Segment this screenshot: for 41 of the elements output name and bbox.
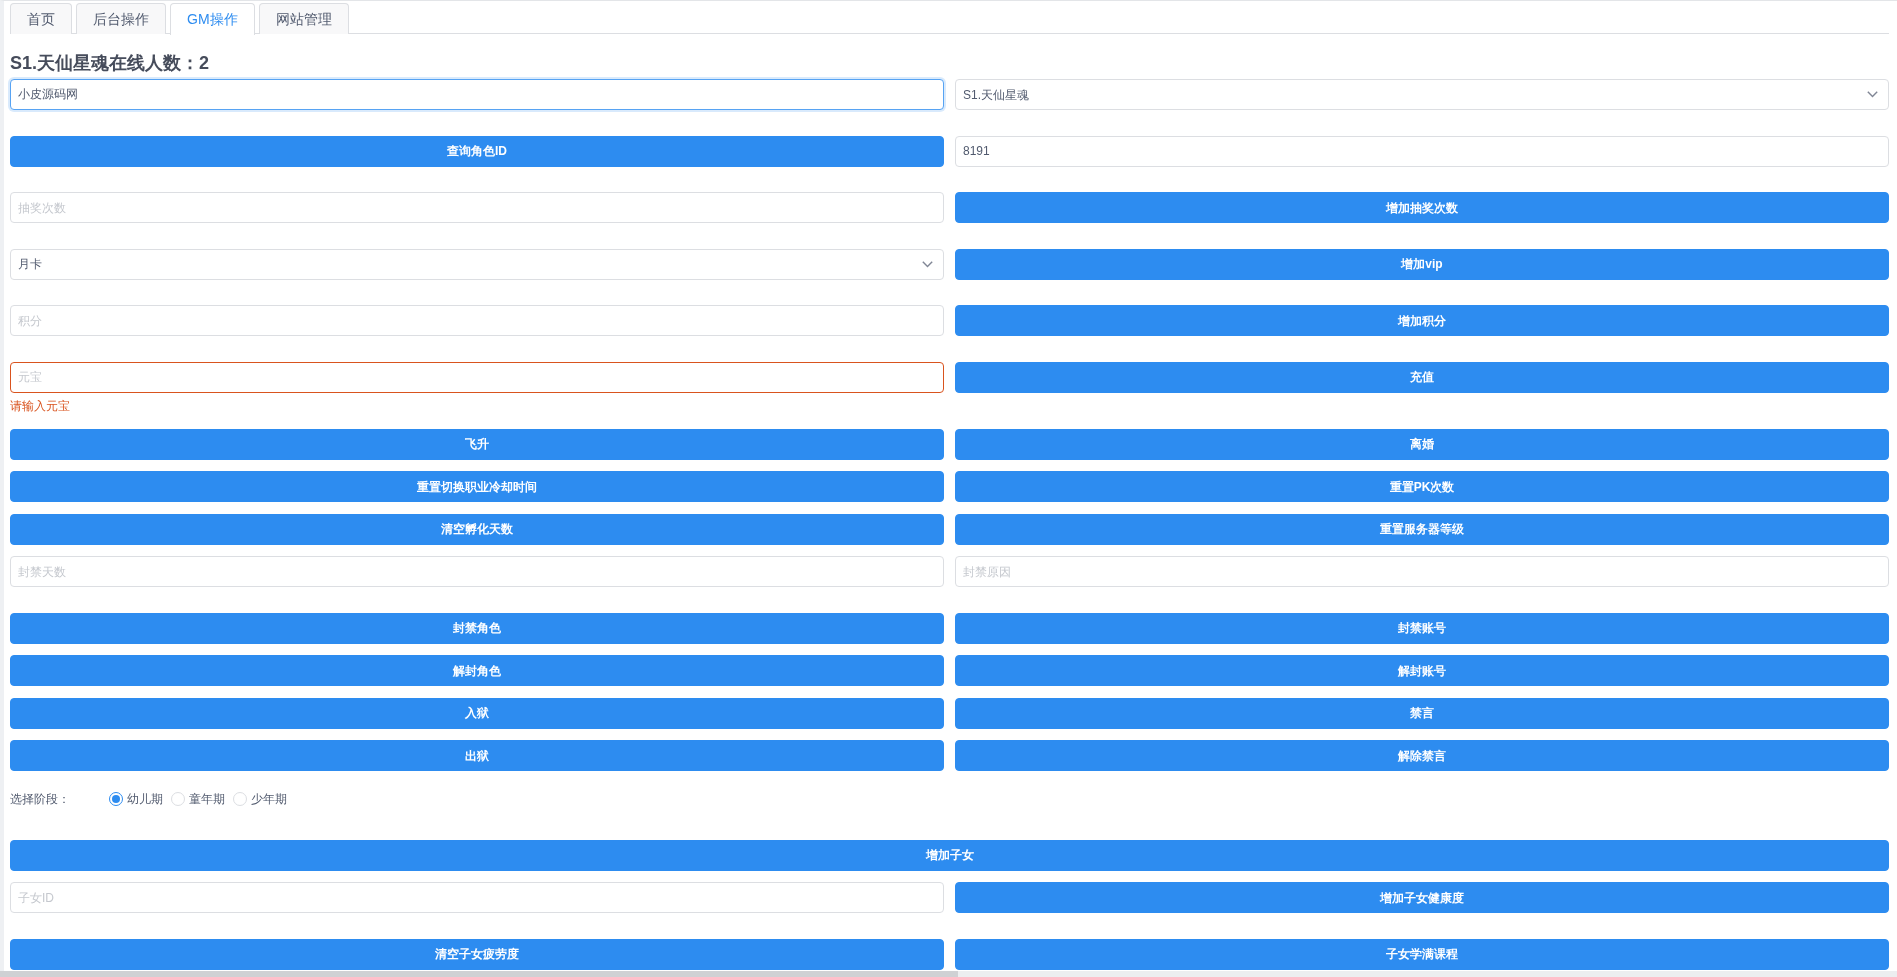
tab[interactable]: 首页 (10, 3, 72, 34)
action-button[interactable]: 飞升 (10, 428, 944, 460)
action-button[interactable]: 清空孵化天数 (10, 513, 944, 545)
action-button[interactable]: 重置服务器等级 (955, 513, 1889, 545)
action-button[interactable]: 增加子女 (10, 839, 1889, 871)
action-button[interactable]: 查询角色ID (10, 135, 944, 167)
action-button[interactable]: 增加积分 (955, 305, 1889, 336)
action-button[interactable]: 出狱 (10, 740, 944, 771)
action-button[interactable]: 增加抽奖次数 (955, 192, 1889, 223)
action-button[interactable]: 封禁角色 (10, 612, 944, 644)
radio-label[interactable]: 少年期 (251, 789, 287, 808)
chevron-down-icon (922, 260, 933, 268)
select-field[interactable]: S1.天仙星魂 (955, 79, 1889, 110)
input-field[interactable]: 8191 (955, 135, 1889, 167)
action-button[interactable]: 禁言 (955, 697, 1889, 729)
action-button[interactable]: 解除禁言 (955, 740, 1889, 771)
action-button[interactable]: 增加子女健康度 (955, 882, 1889, 913)
action-button[interactable]: 解封账号 (955, 655, 1889, 686)
action-button[interactable]: 清空子女疲劳度 (10, 938, 944, 970)
action-button[interactable]: 解封角色 (10, 655, 944, 686)
action-button[interactable]: 重置PK次数 (955, 471, 1889, 502)
field-label: 选择阶段： (10, 790, 71, 808)
chevron-down-icon (1867, 91, 1878, 98)
horizontal-scrollbar[interactable] (0, 971, 1897, 977)
radio-button[interactable] (109, 791, 123, 806)
radio-label[interactable]: 幼儿期 (127, 789, 163, 808)
tab[interactable]: 网站管理 (258, 3, 349, 34)
tab[interactable]: 后台操作 (76, 3, 166, 34)
action-button[interactable]: 入狱 (10, 697, 944, 729)
tab[interactable]: GM操作 (170, 3, 255, 35)
action-button[interactable]: 离婚 (955, 428, 1889, 460)
action-button[interactable]: 重置切换职业冷却时间 (10, 471, 944, 502)
action-button[interactable]: 充值 (955, 361, 1889, 393)
select-field[interactable]: 月卡 (10, 248, 944, 280)
page-heading: S1.天仙星魂在线人数：2 (10, 52, 211, 75)
input-field[interactable]: 小皮源码网 (10, 79, 944, 110)
radio-label[interactable]: 童年期 (189, 789, 225, 808)
action-button[interactable]: 增加vip (955, 248, 1889, 280)
action-button[interactable]: 子女学满课程 (955, 938, 1889, 970)
action-button[interactable]: 封禁账号 (955, 612, 1889, 644)
error-message: 请输入元宝 (10, 397, 70, 415)
